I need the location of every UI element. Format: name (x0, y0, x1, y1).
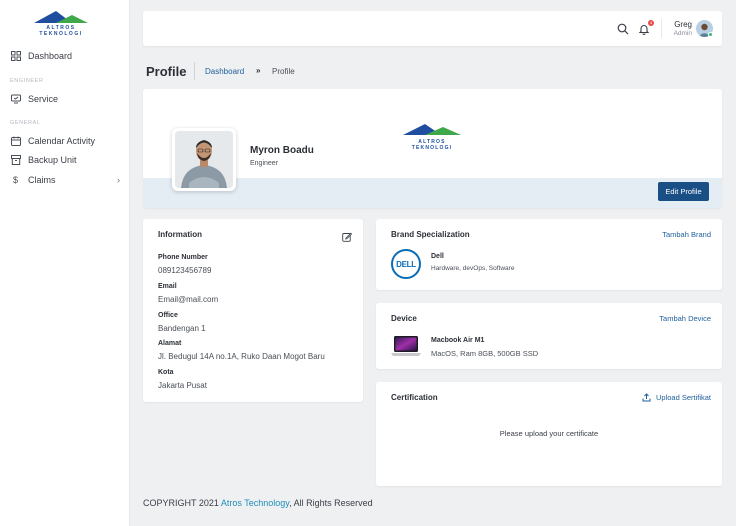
sidebar-item-label: Claims (28, 174, 56, 185)
profile-card: Myron Boadu Engineer ALTROS TEKNOLOGI Ed… (143, 89, 722, 208)
address-value: Jl. Bedugul 14A no.1A, Ruko Daan Mogot B… (158, 352, 325, 361)
add-brand-link[interactable]: Tambah Brand (662, 230, 711, 239)
sidebar-item-claims[interactable]: $ Claims › (10, 174, 120, 185)
phone-value: 089123456789 (158, 266, 212, 275)
profile-role: Engineer (250, 160, 279, 167)
upload-certificate-label: Upload Sertifikat (655, 393, 711, 402)
sidebar-item-backup-unit[interactable]: Backup Unit (10, 154, 77, 165)
search-icon[interactable] (617, 22, 629, 35)
user-name[interactable]: Greg (674, 20, 692, 29)
sidebar-item-label: Dashboard (28, 50, 73, 61)
breadcrumb-dashboard-link[interactable]: Dashboard (205, 67, 244, 76)
grid-icon (10, 50, 21, 61)
sidebar-item-label: Service (28, 93, 59, 104)
footer-brand-link[interactable]: Atros Technology (221, 498, 289, 508)
dollar-icon: $ (12, 174, 18, 185)
device-specs: MacOS, Ram 8GB, 500GB SSD (431, 349, 539, 358)
city-label: Kota (158, 369, 174, 376)
laptop-icon (391, 335, 421, 356)
brand-specialization-card: Brand Specialization Tambah Brand DELL D… (376, 219, 722, 290)
edit-profile-button[interactable]: Edit Profile (658, 182, 709, 201)
breadcrumb-current: Profile (272, 67, 295, 76)
sidebar-item-label: Backup Unit (28, 154, 77, 165)
sidebar-section-general: GENERAL (10, 120, 41, 126)
person-photo-icon (175, 131, 233, 188)
city-value: Jakarta Pusat (158, 381, 207, 390)
add-device-link[interactable]: Tambah Device (659, 314, 711, 323)
address-label: Alamat (158, 340, 182, 347)
edit-icon[interactable] (342, 229, 353, 247)
sidebar-section-engineer: ENGINEER (10, 78, 44, 84)
brand-skills: Hardware, devOps, Software (431, 265, 515, 272)
logo-text: ALTROS TEKNOLOGI (411, 139, 453, 151)
notification-badge: 4 (648, 20, 654, 26)
email-label: Email (158, 283, 177, 290)
chevron-right-icon: › (117, 174, 120, 185)
sidebar-item-label: Calendar Activity (28, 135, 96, 146)
device-name: Macbook Air M1 (431, 337, 485, 344)
certification-card: Certification Upload Sertifikat Please u… (376, 382, 722, 486)
sidebar-item-calendar-activity[interactable]: Calendar Activity (10, 135, 95, 146)
brand-name: Dell (431, 253, 444, 260)
altros-logo[interactable]: ALTROS TEKNOLOGI (26, 9, 96, 37)
profile-photo (172, 128, 236, 191)
logo-text: ALTROS TEKNOLOGI (39, 25, 83, 37)
profile-name: Myron Boadu (250, 145, 314, 156)
device-card: Device Tambah Device Macbook Air M1 MacO… (376, 303, 722, 369)
page-title: Profile (146, 64, 187, 79)
sidebar-item-dashboard[interactable]: Dashboard (10, 50, 72, 61)
upload-icon (642, 393, 651, 402)
company-logo: ALTROS TEKNOLOGI (399, 122, 465, 151)
sidebar-item-service[interactable]: Service (10, 93, 58, 104)
email-value: Email@mail.com (158, 295, 219, 304)
information-title: Information (158, 230, 202, 239)
footer: COPYRIGHT 2021 Atros Technology, All Rig… (143, 498, 373, 508)
calendar-icon (10, 135, 21, 146)
office-label: Office (158, 312, 178, 319)
breadcrumb-separator: » (256, 66, 261, 75)
topbar-divider (661, 19, 662, 38)
top-bar: 4 Greg Admin (143, 11, 722, 46)
user-role: Admin (673, 30, 692, 37)
device-title: Device (391, 314, 417, 323)
footer-rights: , All Rights Reserved (289, 498, 373, 508)
sidebar: ALTROS TEKNOLOGI Dashboard ENGINEER Serv… (0, 0, 130, 526)
archive-icon (10, 154, 21, 165)
brand-title: Brand Specialization (391, 230, 470, 239)
online-status-dot (708, 32, 713, 37)
phone-label: Phone Number (158, 254, 208, 261)
monitor-icon (10, 93, 21, 104)
office-value: Bandengan 1 (158, 324, 206, 333)
information-card: Information Phone Number 089123456789 Em… (143, 219, 363, 402)
certification-title: Certification (391, 393, 438, 402)
dell-logo-icon: DELL (391, 249, 421, 279)
certificate-empty-message: Please upload your certificate (499, 429, 599, 438)
upload-certificate-link[interactable]: Upload Sertifikat (642, 393, 711, 402)
mountain-logo-icon (403, 124, 461, 135)
breadcrumb-divider (194, 62, 195, 80)
footer-copyright: COPYRIGHT 2021 (143, 498, 221, 508)
